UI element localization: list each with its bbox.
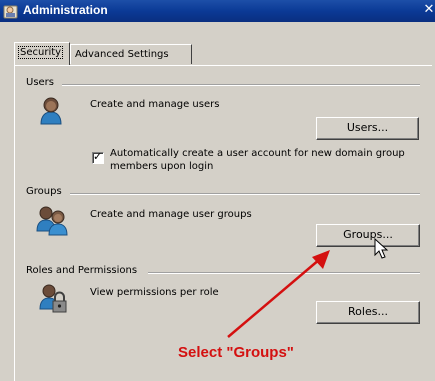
roles-description: View permissions per role: [90, 287, 219, 298]
auto-create-label-line1: Automatically create a user account for …: [110, 148, 405, 159]
role-lock-icon: [39, 284, 67, 313]
annotation-label: Select "Groups": [178, 344, 294, 361]
users-divider: [62, 84, 420, 86]
users-description: Create and manage users: [90, 99, 220, 110]
tab-advanced-settings-label: Advanced Settings: [75, 49, 169, 60]
roles-section-label: Roles and Permissions: [26, 265, 142, 276]
group-icon: [36, 206, 68, 236]
close-icon[interactable]: ✕: [421, 2, 435, 18]
checkmark-icon: ✓: [93, 150, 103, 163]
administration-window: Administration ✕ Security Advanced Setti…: [0, 0, 435, 381]
window-title: Administration: [23, 3, 108, 17]
mouse-cursor-icon: [374, 238, 389, 259]
tab-advanced-settings[interactable]: Advanced Settings: [70, 44, 192, 64]
groups-divider: [70, 193, 420, 195]
tab-security[interactable]: Security: [14, 42, 70, 65]
user-icon: [40, 97, 62, 125]
annotation-arrow: [227, 250, 330, 338]
groups-button[interactable]: Groups...: [316, 224, 420, 247]
groups-section-label: Groups: [26, 186, 66, 197]
auto-create-user-checkbox[interactable]: ✓: [92, 150, 104, 164]
users-section-label: Users: [26, 77, 59, 88]
auto-create-label-line2: members upon login: [110, 161, 214, 172]
users-button[interactable]: Users...: [316, 117, 419, 140]
app-icon: [3, 5, 18, 19]
tab-security-label: Security: [17, 46, 64, 59]
groups-description: Create and manage user groups: [90, 209, 252, 220]
title-bar[interactable]: Administration ✕: [0, 0, 435, 22]
